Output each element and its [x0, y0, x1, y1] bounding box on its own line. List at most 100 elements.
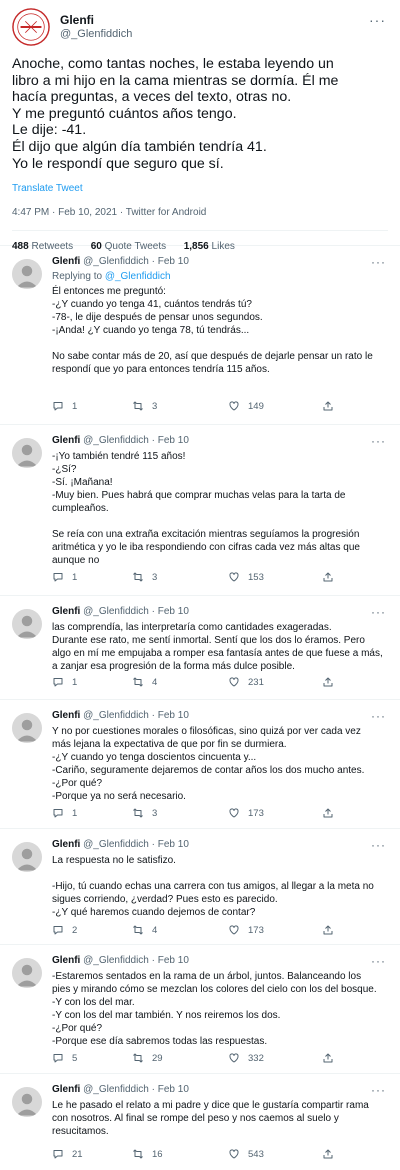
author-handle-date[interactable]: @_Glenfiddich · Feb 10	[83, 435, 189, 446]
more-icon[interactable]: ···	[371, 709, 386, 723]
reply-button[interactable]: 1	[52, 675, 77, 689]
reply-line: No sabe contar más de 20, así que despué…	[52, 351, 373, 362]
reply-line: -Porque ese día sabremos todas las respu…	[52, 1036, 268, 1047]
author-handle-date[interactable]: @_Glenfiddich · Feb 10	[83, 256, 189, 267]
more-icon[interactable]: ···	[371, 954, 386, 968]
reply-line: Durante ese rato, me sentí inmortal. Sen…	[52, 635, 365, 646]
stamp-logo	[12, 8, 50, 46]
avatar[interactable]	[12, 8, 50, 46]
avatar[interactable]	[12, 609, 42, 639]
like-button[interactable]: 543	[228, 1147, 264, 1161]
reply-text: -Estaremos sentados en la rama de un árb…	[52, 970, 388, 1048]
reply-header: Glenfi @_Glenfiddich · Feb 10	[52, 606, 189, 617]
avatar[interactable]	[12, 259, 42, 289]
reply-icon	[53, 678, 63, 687]
avatar-image	[12, 958, 42, 988]
author-name[interactable]: Glenfi	[52, 256, 80, 267]
retweet-button[interactable]: 4	[132, 675, 157, 689]
avatar[interactable]	[12, 713, 42, 743]
retweet-button[interactable]: 3	[132, 399, 157, 413]
action-bar: 1 3 153	[52, 570, 352, 584]
author-name[interactable]: Glenfi	[52, 839, 80, 850]
retweet-button[interactable]: 4	[132, 923, 157, 937]
retweet-button[interactable]: 3	[132, 570, 157, 584]
reply-tweet[interactable]: Glenfi @_Glenfiddich · Feb 10 ··· -¡Yo t…	[0, 426, 400, 596]
reply-button[interactable]: 2	[52, 923, 77, 937]
tweet-line: Y me preguntó cuántos años tengo.	[12, 105, 237, 122]
reply-line: resucitamos.	[52, 1126, 109, 1137]
replying-mention[interactable]: @_Glenfiddich	[105, 271, 171, 282]
reply-line: -Muy bien. Pues habrá que comprar muchas…	[52, 490, 346, 501]
like-button[interactable]: 153	[228, 570, 264, 584]
reply-line: sigues corriendo, ¿verdad? Pues esto es …	[52, 894, 278, 905]
avatar-image	[12, 1087, 42, 1117]
like-button[interactable]: 231	[228, 675, 264, 689]
reply-tweet[interactable]: Glenfi @_Glenfiddich · Feb 10 ··· las co…	[0, 597, 400, 700]
reply-tweet[interactable]: Glenfi @_Glenfiddich · Feb 10 ··· Replyi…	[0, 247, 400, 425]
more-icon[interactable]: ···	[371, 605, 386, 619]
heart-icon	[229, 401, 239, 411]
reply-tweet[interactable]: Glenfi @_Glenfiddich · Feb 10 ··· -Estar…	[0, 946, 400, 1074]
author-name[interactable]: Glenfi	[52, 435, 80, 446]
more-icon[interactable]: ···	[369, 12, 386, 28]
heart-icon	[229, 1149, 239, 1159]
author-handle-date[interactable]: @_Glenfiddich · Feb 10	[83, 1084, 189, 1095]
reply-tweet[interactable]: Glenfi @_Glenfiddich · Feb 10 ··· Le he …	[0, 1075, 400, 1170]
author-name[interactable]: Glenfi	[52, 606, 80, 617]
reply-button[interactable]: 1	[52, 570, 77, 584]
author-name[interactable]: Glenfi	[52, 710, 80, 721]
share-icon	[323, 1053, 333, 1063]
more-icon[interactable]: ···	[371, 255, 386, 269]
avatar[interactable]	[12, 438, 42, 468]
author-name[interactable]: Glenfi	[52, 1084, 80, 1095]
share-button[interactable]	[322, 806, 342, 820]
reply-line: a zanjar esa progresión de la forma más …	[52, 661, 295, 672]
like-button[interactable]: 332	[228, 1051, 264, 1065]
author-handle-date[interactable]: @_Glenfiddich · Feb 10	[83, 710, 189, 721]
more-icon[interactable]: ···	[371, 1083, 386, 1097]
more-icon[interactable]: ···	[371, 838, 386, 852]
reply-count: 1	[72, 676, 78, 688]
translate-link[interactable]: Translate Tweet	[12, 183, 83, 194]
more-icon[interactable]: ···	[371, 434, 386, 448]
share-button[interactable]	[322, 1147, 342, 1161]
like-button[interactable]: 149	[228, 399, 264, 413]
retweet-button[interactable]: 29	[132, 1051, 163, 1065]
like-button[interactable]: 173	[228, 923, 264, 937]
author-handle-date[interactable]: @_Glenfiddich · Feb 10	[83, 606, 189, 617]
reply-tweet[interactable]: Glenfi @_Glenfiddich · Feb 10 ··· La res…	[0, 830, 400, 945]
avatar[interactable]	[12, 958, 42, 988]
reply-line: Se reía con una extraña excitación mient…	[52, 529, 360, 540]
share-button[interactable]	[322, 1051, 342, 1065]
avatar[interactable]	[12, 1087, 42, 1117]
reply-icon	[53, 809, 63, 818]
retweet-button[interactable]: 16	[132, 1147, 163, 1161]
share-button[interactable]	[322, 675, 342, 689]
reply-button[interactable]: 21	[52, 1147, 83, 1161]
reply-line: más lejana la expectativa de que por fin…	[52, 739, 287, 750]
reply-header: Glenfi @_Glenfiddich · Feb 10	[52, 1084, 189, 1095]
retweet-button[interactable]: 3	[132, 806, 157, 820]
reply-button[interactable]: 1	[52, 806, 77, 820]
reply-icon	[53, 1054, 63, 1063]
reply-count: 1	[72, 400, 78, 412]
reply-line: La respuesta no le satisfizo.	[52, 855, 176, 866]
author-handle-date[interactable]: @_Glenfiddich · Feb 10	[83, 839, 189, 850]
share-button[interactable]	[322, 570, 342, 584]
reply-line: las comprendía, las interpretaría como c…	[52, 622, 332, 633]
reply-button[interactable]: 1	[52, 399, 77, 413]
reply-tweet[interactable]: Glenfi @_Glenfiddich · Feb 10 ··· Y no p…	[0, 701, 400, 829]
share-button[interactable]	[322, 399, 342, 413]
reply-line: -Hijo, tú cuando echas una carrera con t…	[52, 881, 374, 892]
author-name[interactable]: Glenfi	[52, 955, 80, 966]
author-handle-date[interactable]: @_Glenfiddich · Feb 10	[83, 955, 189, 966]
reply-button[interactable]: 5	[52, 1051, 77, 1065]
author-handle[interactable]: @_Glenfiddich	[60, 28, 132, 40]
action-bar: 2 4 173	[52, 923, 352, 937]
share-button[interactable]	[322, 923, 342, 937]
like-button[interactable]: 173	[228, 806, 264, 820]
reply-text: Él entonces me preguntó: -¿Y cuando yo t…	[52, 285, 388, 376]
avatar[interactable]	[12, 842, 42, 872]
author-name[interactable]: Glenfi	[60, 13, 94, 27]
tweet-meta[interactable]: 4:47 PM · Feb 10, 2021 · Twitter for And…	[12, 207, 206, 218]
